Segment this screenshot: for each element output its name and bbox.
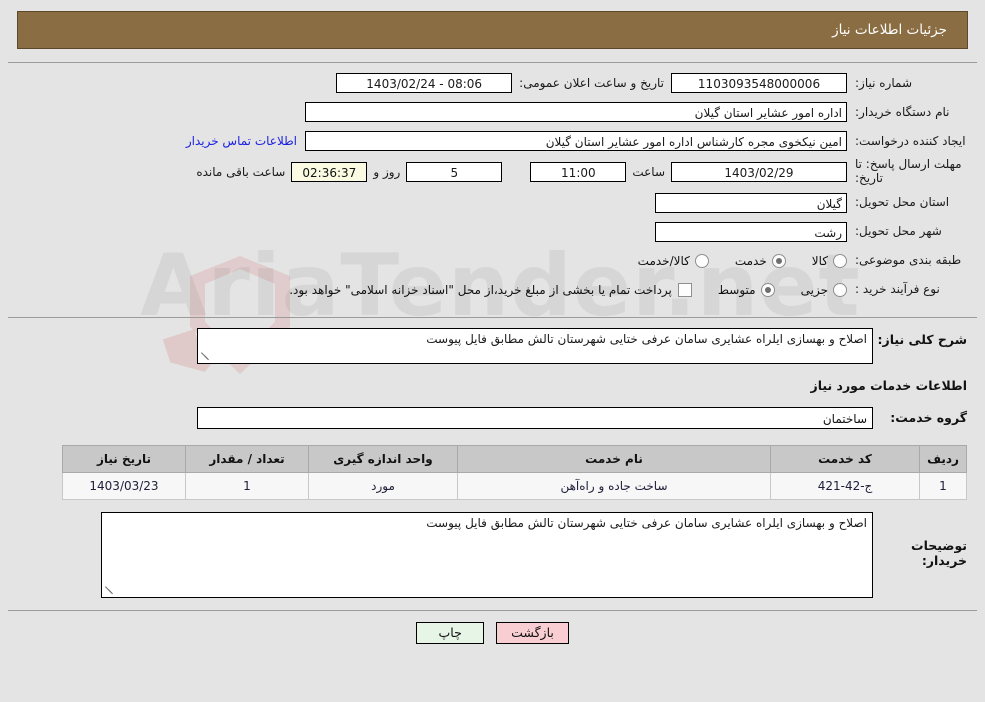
cell-unit: مورد (308, 471, 458, 500)
need-summary-panel: شماره نیاز: 1103093548000006 تاریخ و ساع… (8, 62, 977, 318)
delivery-city-label: شهر محل تحویل: (855, 224, 942, 239)
row-need-number: شماره نیاز: 1103093548000006 تاریخ و ساع… (8, 71, 977, 95)
deadline-days-label: روز و (373, 164, 401, 179)
page-title-bar: جزئیات اطلاعات نیاز (17, 11, 968, 49)
purchase-type-option-jozei[interactable]: جزیی (800, 282, 847, 297)
cell-qty: 1 (185, 471, 309, 500)
general-description-label: شرح کلی نیاز: (877, 331, 967, 347)
public-announce-field[interactable]: 08:06 - 1403/02/24 (336, 73, 513, 93)
need-details-section: شرح کلی نیاز: اصلاح و بهسازی ایلراه عشای… (8, 318, 977, 598)
treasury-bonds-note: پرداخت تمام یا بخشی از مبلغ خرید،از محل … (289, 282, 672, 297)
row-buyer-comments: توضیحات خریدار: اصلاح و بهسازی ایلراه عش… (8, 500, 977, 598)
category-radio-group: کالا خدمت کالا/خدمت (612, 253, 847, 268)
purchase-type-option-label: جزیی (800, 282, 828, 297)
category-option-khedmat[interactable]: خدمت (734, 253, 786, 268)
row-delivery-city: شهر محل تحویل: رشت (8, 220, 977, 244)
deadline-remaining-label: ساعت باقی مانده (196, 164, 286, 179)
services-table-wrap: ردیف کد خدمت نام خدمت واحد اندازه گیری ت… (8, 444, 977, 500)
action-button-bar: بازگشت چاپ (0, 621, 985, 644)
table-header-row: ردیف کد خدمت نام خدمت واحد اندازه گیری ت… (62, 444, 967, 473)
buyer-org-field[interactable]: اداره امور عشایر استان گیلان (305, 102, 847, 122)
buyer-comments-textarea[interactable]: اصلاح و بهسازی ایلراه عشایری سامان عرفی … (101, 511, 873, 598)
row-buyer-org: نام دستگاه خریدار: اداره امور عشایر استا… (8, 100, 977, 124)
category-option-label: کالا (811, 253, 828, 268)
radio-icon[interactable] (694, 253, 709, 268)
footer-divider (8, 609, 977, 611)
radio-icon[interactable] (833, 282, 847, 297)
th-unit: واحد اندازه گیری (308, 444, 458, 473)
service-group-label: گروه خدمت: (890, 410, 967, 426)
public-announce-label: تاریخ و ساعت اعلان عمومی: (519, 76, 664, 90)
category-option-label: کالا/خدمت (637, 253, 690, 268)
buyer-org-label: نام دستگاه خریدار: (855, 104, 950, 119)
buyer-contact-link[interactable]: اطلاعات تماس خریدار (178, 134, 305, 148)
purchase-type-label: نوع فرآیند خرید : (855, 282, 940, 297)
purchase-type-radio-group: جزیی متوسط (692, 282, 847, 297)
cell-date: 1403/03/23 (62, 471, 186, 500)
row-delivery-province: استان محل تحویل: گیلان (8, 191, 977, 215)
services-table: ردیف کد خدمت نام خدمت واحد اندازه گیری ت… (62, 444, 967, 500)
th-name: نام خدمت (457, 444, 771, 473)
resize-handle-icon[interactable] (104, 585, 114, 596)
th-code: کد خدمت (770, 444, 920, 473)
services-section-heading: اطلاعات خدمات مورد نیاز (810, 377, 968, 393)
delivery-province-label: استان محل تحویل: (855, 195, 950, 210)
resize-handle-icon[interactable] (200, 351, 210, 362)
delivery-city-field[interactable]: رشت (655, 221, 847, 242)
page-title: جزئیات اطلاعات نیاز (832, 22, 947, 38)
row-general-description: شرح کلی نیاز: اصلاح و بهسازی ایلراه عشای… (8, 327, 977, 364)
deadline-countdown: 02:36:37 (291, 161, 368, 182)
deadline-label: مهلت ارسال پاسخ: تا تاریخ: (855, 157, 962, 185)
purchase-type-option-motevaset[interactable]: متوسط (717, 282, 775, 297)
requester-field[interactable]: امین نیکخوی مجره کارشناس اداره امور عشای… (305, 131, 847, 151)
delivery-province-field[interactable]: گیلان (655, 192, 847, 213)
radio-icon[interactable] (833, 253, 847, 268)
print-button[interactable]: چاپ (416, 621, 485, 644)
deadline-time-label: ساعت (632, 164, 665, 179)
row-purchase-type: نوع فرآیند خرید : جزیی متوسط پرداخت تمام… (8, 278, 977, 302)
requester-label: ایجاد کننده درخواست: (855, 133, 966, 148)
radio-icon[interactable] (760, 282, 775, 297)
row-deadline: مهلت ارسال پاسخ: تا تاریخ: 1403/02/29 سا… (8, 157, 977, 186)
category-option-kala[interactable]: کالا (811, 253, 847, 268)
th-row: ردیف (919, 444, 967, 473)
row-service-group: گروه خدمت: ساختمان (8, 406, 977, 429)
page-root: جزئیات اطلاعات نیاز شماره نیاز: 11030935… (0, 11, 985, 644)
table-row: 1 ج-42-421 ساخت جاده و راه‌آهن مورد 1 14… (62, 471, 967, 500)
purchase-type-option-label: متوسط (717, 282, 756, 297)
cell-name: ساخت جاده و راه‌آهن (457, 471, 771, 500)
category-option-kala-khedmat[interactable]: کالا/خدمت (637, 253, 709, 268)
radio-icon[interactable] (771, 253, 786, 268)
deadline-time-field[interactable]: 11:00 (530, 161, 627, 182)
need-number-label: شماره نیاز: (855, 75, 912, 90)
cell-row: 1 (919, 471, 967, 500)
buyer-comments-value: اصلاح و بهسازی ایلراه عشایری سامان عرفی … (426, 515, 867, 530)
back-button[interactable]: بازگشت (496, 621, 569, 644)
need-number-field[interactable]: 1103093548000006 (671, 73, 847, 93)
deadline-days-field[interactable]: 5 (406, 161, 503, 182)
row-requester: ایجاد کننده درخواست: امین نیکخوی مجره کا… (8, 129, 977, 153)
treasury-bonds-checkbox[interactable] (677, 282, 692, 297)
cell-code: ج-42-421 (770, 471, 920, 500)
category-option-label: خدمت (734, 253, 767, 268)
th-date: تاریخ نیاز (62, 444, 186, 473)
buyer-comments-label: توضیحات خریدار: (911, 537, 967, 568)
category-label: طبقه بندی موضوعی: (855, 253, 962, 268)
general-description-value: اصلاح و بهسازی ایلراه عشایری سامان عرفی … (426, 331, 867, 346)
deadline-date-field[interactable]: 1403/02/29 (671, 161, 847, 182)
service-group-field[interactable]: ساختمان (197, 406, 873, 429)
general-description-textarea[interactable]: اصلاح و بهسازی ایلراه عشایری سامان عرفی … (197, 327, 873, 364)
th-qty: تعداد / مقدار (185, 444, 309, 473)
row-category: طبقه بندی موضوعی: کالا خدمت کالا/خدمت (8, 249, 977, 273)
